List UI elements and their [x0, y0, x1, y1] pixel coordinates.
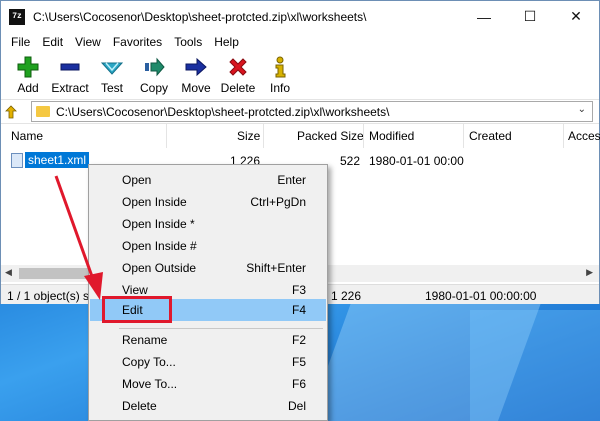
column-created[interactable]: Created [469, 129, 512, 143]
menu-item-label: Delete [122, 399, 157, 413]
menu-tools[interactable]: Tools [168, 35, 208, 49]
file-packed-size: 522 [340, 154, 361, 168]
menu-item-rename[interactable]: Rename F2 [90, 329, 326, 351]
column-packed-size[interactable]: Packed Size [297, 129, 364, 143]
menu-item-label: Open Inside * [122, 217, 195, 231]
window-title: C:\Users\Cocosenor\Desktop\sheet-protcte… [33, 9, 367, 24]
column-header: Name Size Packed Size Modified Created A… [1, 123, 600, 148]
file-modified: 1980-01-01 00:00 [369, 154, 464, 168]
scroll-left-icon[interactable]: ◀ [5, 267, 12, 278]
menu-item-label: Open [122, 173, 152, 187]
move-label: Move [181, 81, 211, 95]
menu-help[interactable]: Help [208, 35, 245, 49]
test-button[interactable]: Test [91, 51, 133, 95]
scroll-right-icon[interactable]: ▶ [586, 267, 593, 278]
close-button[interactable]: ✕ [553, 1, 599, 32]
copy-label: Copy [139, 81, 168, 95]
menu-edit[interactable]: Edit [36, 35, 69, 49]
move-button[interactable]: Move [175, 51, 217, 95]
menu-view[interactable]: View [69, 35, 107, 49]
maximize-button[interactable]: ☐ [507, 1, 553, 32]
info-icon [268, 55, 292, 79]
menu-item-open-inside-star[interactable]: Open Inside * [90, 213, 326, 235]
menu-item-open-outside[interactable]: Open Outside Shift+Enter [90, 257, 326, 279]
menu-item-label: Open Outside [122, 261, 197, 275]
table-row[interactable]: sheet1.xml [11, 152, 90, 168]
extract-button[interactable]: Extract [49, 51, 91, 95]
info-label: Info [269, 81, 290, 95]
folder-icon [36, 106, 50, 117]
plus-icon [16, 55, 40, 79]
column-modified[interactable]: Modified [369, 129, 414, 143]
xml-file-icon [11, 152, 23, 168]
menu-item-shortcut: F2 [291, 333, 306, 347]
menu-item-shortcut: F6 [291, 377, 306, 391]
minimize-button[interactable]: — [461, 1, 507, 32]
check-icon [100, 55, 124, 79]
context-menu: Open Enter Open Inside Ctrl+PgDn Open In… [88, 164, 328, 421]
menu-item-shortcut: Ctrl+PgDn [250, 195, 306, 209]
info-button[interactable]: Info [259, 51, 301, 95]
address-path: C:\Users\Cocosenor\Desktop\sheet-protcte… [56, 104, 390, 119]
menu-item-shortcut: F3 [291, 283, 306, 297]
delete-button[interactable]: Delete [217, 51, 259, 95]
menu-favorites[interactable]: Favorites [107, 35, 168, 49]
column-size[interactable]: Size [237, 129, 260, 143]
menu-item-open-inside[interactable]: Open Inside Ctrl+PgDn [90, 191, 326, 213]
column-divider[interactable] [166, 124, 167, 148]
delete-x-icon [226, 55, 250, 79]
menu-item-move-to[interactable]: Move To... F6 [90, 373, 326, 395]
copy-arrow-icon [142, 55, 166, 79]
column-accessed[interactable]: Acces [568, 129, 600, 143]
status-size: 1 226 [331, 289, 362, 303]
desktop-light-beam [470, 310, 600, 421]
add-button[interactable]: Add [7, 51, 49, 95]
menu-item-open[interactable]: Open Enter [90, 169, 326, 191]
menu-item-label: Rename [122, 333, 168, 347]
file-name[interactable]: sheet1.xml [25, 152, 90, 168]
status-selection: 1 / 1 object(s) se [7, 289, 96, 303]
address-bar: C:\Users\Cocosenor\Desktop\sheet-protcte… [1, 99, 599, 123]
extract-label: Extract [51, 81, 89, 95]
chevron-down-icon[interactable]: ⌄ [578, 104, 586, 115]
column-divider[interactable] [563, 124, 564, 148]
delete-label: Delete [220, 81, 256, 95]
toolbar: Add Extract Test Copy Move Delete Info [1, 51, 599, 99]
status-modified: 1980-01-01 00:00:00 [425, 289, 537, 303]
menu-item-label: Open Inside [122, 195, 187, 209]
menu-item-shortcut: Del [287, 399, 306, 413]
menu-item-label: Open Inside # [122, 239, 197, 253]
menu-item-copy-to[interactable]: Copy To... F5 [90, 351, 326, 373]
menu-item-shortcut: Enter [277, 173, 306, 187]
annotation-highlight-box [102, 296, 172, 323]
menu-item-open-inside-hash[interactable]: Open Inside # [90, 235, 326, 257]
menu-item-label: Move To... [122, 377, 178, 391]
move-arrow-icon [184, 55, 208, 79]
menu-item-delete[interactable]: Delete Del [90, 395, 326, 417]
column-name[interactable]: Name [11, 129, 43, 143]
column-divider[interactable] [363, 124, 364, 148]
column-divider[interactable] [463, 124, 464, 148]
address-input[interactable]: C:\Users\Cocosenor\Desktop\sheet-protcte… [31, 101, 593, 122]
menu-item-label: Copy To... [122, 355, 176, 369]
menu-item-shortcut: F4 [291, 303, 306, 317]
title-bar: 7z C:\Users\Cocosenor\Desktop\sheet-prot… [1, 1, 599, 32]
folder-up-button[interactable] [1, 101, 23, 123]
column-divider[interactable] [263, 124, 264, 148]
menu-file[interactable]: File [5, 35, 36, 49]
copy-button[interactable]: Copy [133, 51, 175, 95]
test-label: Test [100, 81, 123, 95]
folder-up-icon [5, 104, 17, 118]
menu-bar: File Edit View Favorites Tools Help [1, 32, 599, 51]
minus-icon [58, 55, 82, 79]
menu-item-shortcut: F5 [291, 355, 306, 369]
menu-item-label: View [122, 283, 148, 297]
7zip-logo-icon: 7z [9, 8, 25, 25]
add-label: Add [17, 81, 39, 95]
menu-item-shortcut: Shift+Enter [246, 261, 306, 275]
